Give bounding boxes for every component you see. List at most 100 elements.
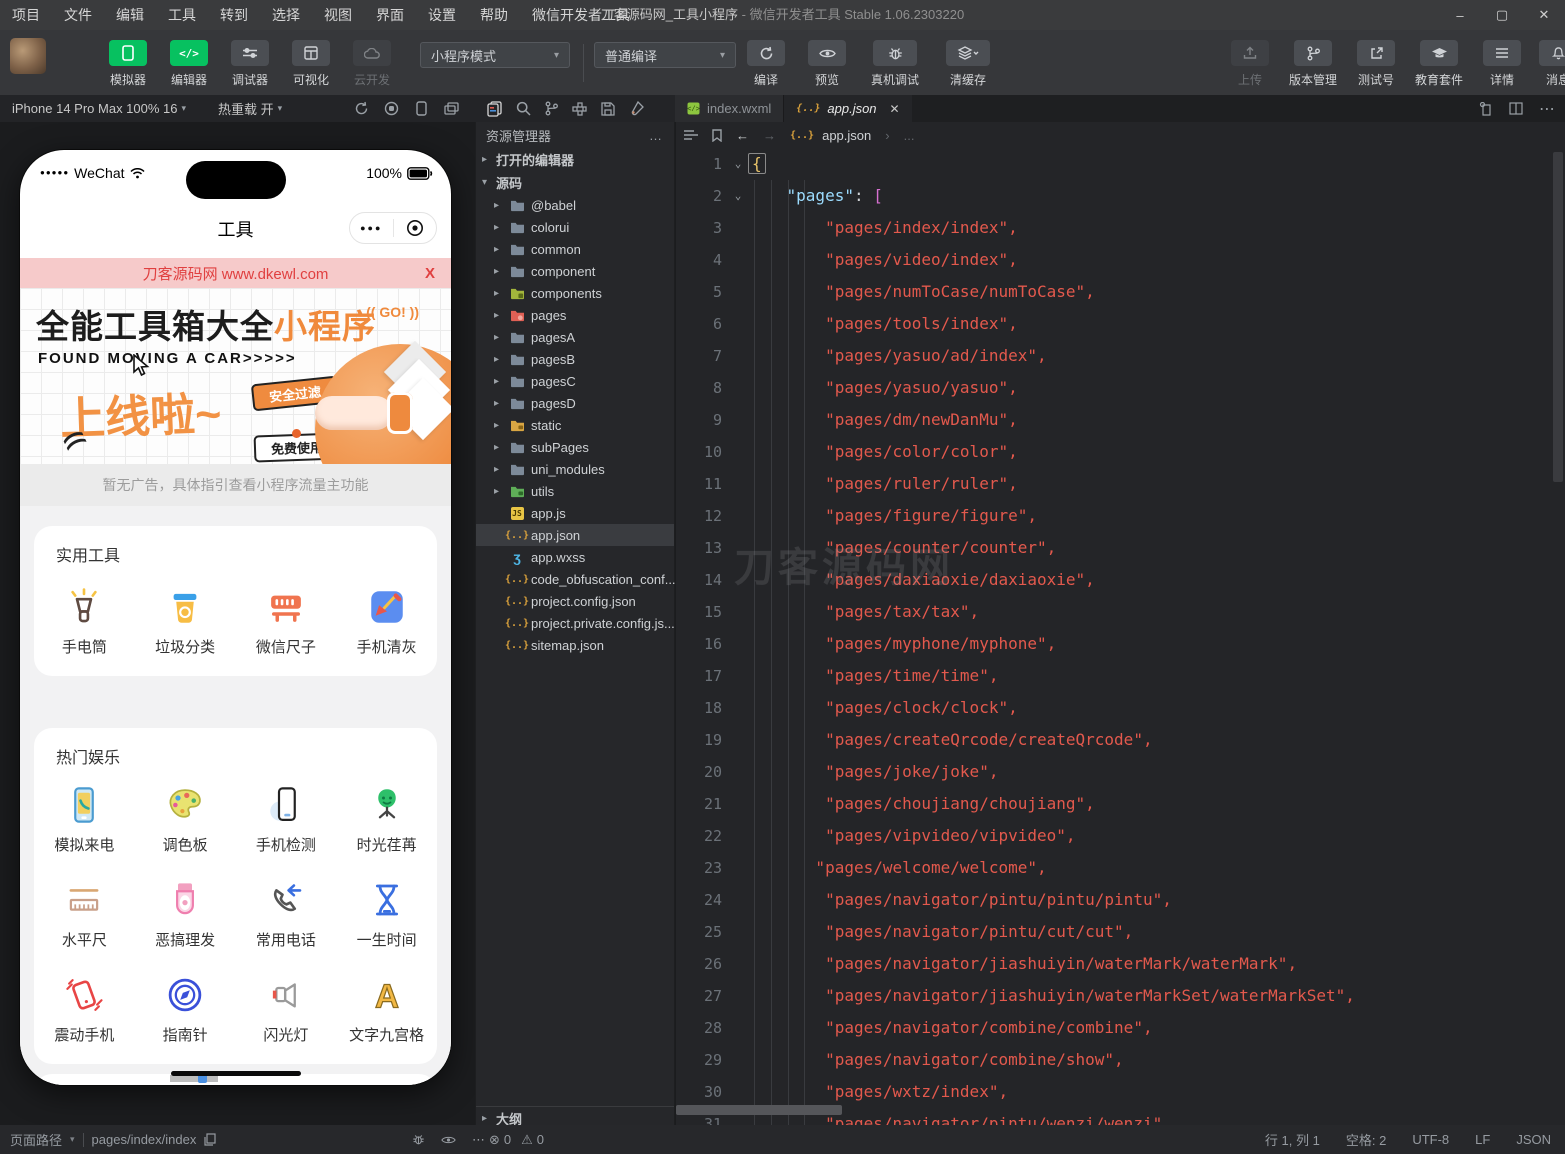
menu-interface[interactable]: 界面 [364,0,416,30]
code-line[interactable]: 27 "pages/navigator/jiashuiyin/waterMark… [676,980,1565,1012]
fold-icon[interactable]: ⌄ [728,148,748,180]
details-button[interactable]: 详情 [1478,40,1526,88]
close-tab-icon[interactable]: ✕ [890,102,900,116]
editor-horizontal-scrollbar[interactable] [676,1105,842,1115]
explorer-item-utils[interactable]: utils [476,480,674,502]
version-control-button[interactable]: 版本管理 [1282,40,1344,88]
user-avatar[interactable] [10,38,46,74]
code-line[interactable]: 12 "pages/figure/figure", [676,500,1565,532]
clear-cache-button[interactable]: 清缓存 [939,40,997,88]
menu-goto[interactable]: 转到 [208,0,260,30]
explorer-item-components[interactable]: components [476,282,674,304]
more-menu-button[interactable]: ●●● [350,213,393,243]
code-area[interactable]: 1 ⌄{ 2 ⌄ "pages": [ 3 "pages/index/index",… [676,148,1565,1125]
tool-wechat-ruler[interactable]: 微信尺子 [236,584,337,657]
nav-forward-icon[interactable]: → [763,128,776,143]
nav-back-icon[interactable]: ← [736,128,749,143]
hot-reload-toggle[interactable]: 热重载 开 [218,99,274,118]
explorer-item-pagesD[interactable]: pagesD [476,392,674,414]
encoding-setting[interactable]: UTF-8 [1412,1132,1449,1147]
cloud-dev-button[interactable]: 云开发 [348,40,396,88]
fold-icon[interactable]: ⌄ [728,180,748,212]
compile-button[interactable]: 编译 [742,40,790,88]
breadcrumb-file[interactable]: app.json [822,128,871,143]
simulator-toggle-button[interactable]: 模拟器 [104,40,152,88]
code-line[interactable]: 11 "pages/ruler/ruler", [676,468,1565,500]
editor-toggle-button[interactable]: </> 编辑器 [165,40,213,88]
menu-settings[interactable]: 设置 [416,0,468,30]
tool-prank-haircut[interactable]: 恶搞理发 [135,877,236,950]
eol-setting[interactable]: LF [1475,1132,1490,1147]
menu-edit[interactable]: 编辑 [104,0,156,30]
close-banner-icon[interactable]: X [425,265,435,282]
code-line[interactable]: 2 ⌄ "pages": [ [676,180,1565,212]
tool-flash-light[interactable]: 闪光灯 [236,972,337,1045]
warning-count[interactable]: ⚠ 0 [521,1132,544,1148]
explorer-item-colorui[interactable]: colorui [476,216,674,238]
menu-tools[interactable]: 工具 [156,0,208,30]
explorer-item-app-wxss[interactable]: ʒ app.wxss [476,546,674,568]
breadcrumb-more[interactable]: ... [904,128,915,143]
code-line[interactable]: 26 "pages/navigator/jiashuiyin/waterMark… [676,948,1565,980]
explorer-item-pagesB[interactable]: pagesB [476,348,674,370]
mode-select[interactable]: 小程序模式 ▾ [420,42,570,68]
close-button[interactable]: ✕ [1523,0,1565,30]
indent-setting[interactable]: 空格: 2 [1346,1130,1386,1149]
page-path-label[interactable]: 页面路径 [10,1130,62,1149]
upload-button[interactable]: 上传 [1226,40,1274,88]
maximize-button[interactable]: ▢ [1481,0,1523,30]
menu-project[interactable]: 项目 [0,0,52,30]
section-source[interactable]: 源码 [476,171,674,194]
code-line[interactable]: 16 "pages/myphone/myphone", [676,628,1565,660]
code-line[interactable]: 9 "pages/dm/newDanMu", [676,404,1565,436]
tool-phone-clean[interactable]: 手机清灰 [336,584,437,657]
outline-list-icon[interactable] [684,129,698,141]
explorer-item-app-js[interactable]: JS app.js [476,502,674,524]
rotate-device-icon[interactable] [346,101,376,116]
tab-index-wxml[interactable]: </> index.wxml [675,95,785,122]
code-line[interactable]: 23 "pages/welcome/welcome", [676,852,1565,884]
code-line[interactable]: 1 ⌄{ [676,148,1565,180]
copy-icon[interactable] [204,1133,216,1146]
code-line[interactable]: 28 "pages/navigator/combine/combine", [676,1012,1565,1044]
minimize-button[interactable]: – [1439,0,1481,30]
tool-common-phones[interactable]: 常用电话 [236,877,337,950]
tool-text-grid[interactable]: A 文字九宫格 [336,972,437,1045]
tool-fake-call[interactable]: 模拟来电 [34,782,135,855]
code-line[interactable]: 5 "pages/numToCase/numToCase", [676,276,1565,308]
search-panel-icon[interactable] [516,101,531,116]
hero-ad[interactable]: 全能工具箱大全小程序 (( GO! )) FOUND MOVING A CAR>… [20,288,451,464]
explorer-item-project-config[interactable]: {..} project.config.json [476,590,674,612]
explorer-item-static[interactable]: static [476,414,674,436]
explorer-item-component[interactable]: component [476,260,674,282]
explorer-item-project-private-config[interactable]: {..} project.private.config.js... [476,612,675,634]
explorer-more-icon[interactable]: … [649,128,664,143]
device-debug-button[interactable]: 真机调试 [864,40,926,88]
bookmark-icon[interactable] [712,128,722,142]
debug-icon[interactable] [412,1133,425,1146]
education-suite-button[interactable]: 教育套件 [1408,40,1470,88]
code-line[interactable]: 25 "pages/navigator/pintu/cut/cut", [676,916,1565,948]
more-icon[interactable]: ⋯ [472,1132,487,1148]
extensions-panel-icon[interactable] [572,101,587,116]
code-line[interactable]: 20 "pages/joke/joke", [676,756,1565,788]
tool-phone-check[interactable]: 手机检测 [236,782,337,855]
tool-level-ruler[interactable]: 水平尺 [34,877,135,950]
tool-flashlight[interactable]: 手电筒 [34,584,135,657]
minimize-app-button[interactable] [394,213,437,243]
code-line[interactable]: 7 "pages/yasuo/ad/index", [676,340,1565,372]
menu-help[interactable]: 帮助 [468,0,520,30]
explorer-item-sitemap[interactable]: {..} sitemap.json [476,634,674,656]
code-line[interactable]: 21 "pages/choujiang/choujiang", [676,788,1565,820]
git-panel-icon[interactable] [545,101,558,116]
code-line[interactable]: 14 "pages/daxiaoxie/daxiaoxie", [676,564,1565,596]
code-line[interactable]: 3 "pages/index/index", [676,212,1565,244]
code-line[interactable]: 22 "pages/vipvideo/vipvideo", [676,820,1565,852]
device-frame-icon[interactable] [406,101,436,116]
explorer-item-pagesC[interactable]: pagesC [476,370,674,392]
device-select[interactable]: iPhone 14 Pro Max 100% 16 [12,101,178,116]
code-line[interactable]: 4 "pages/video/index", [676,244,1565,276]
code-line[interactable]: 15 "pages/tax/tax", [676,596,1565,628]
explorer-item-subPages[interactable]: subPages [476,436,674,458]
tool-palette[interactable]: 调色板 [135,782,236,855]
